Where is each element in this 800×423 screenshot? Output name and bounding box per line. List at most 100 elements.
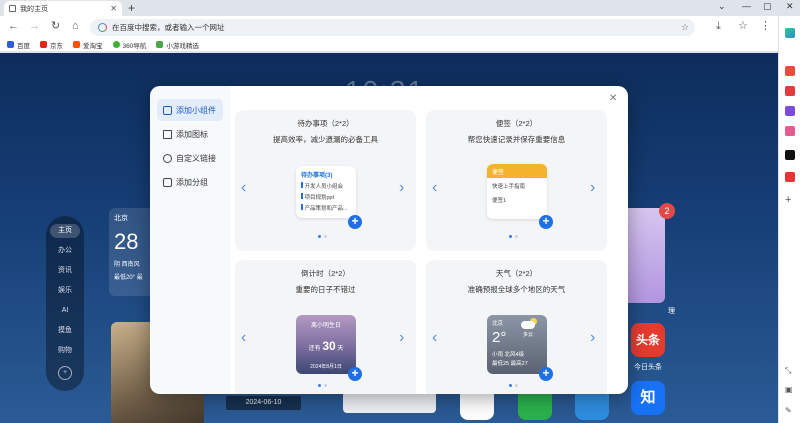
next-arrow-icon[interactable]: › bbox=[590, 330, 595, 346]
carousel-dots bbox=[509, 235, 518, 238]
side-app-icon[interactable] bbox=[785, 126, 795, 136]
grid-icon bbox=[163, 129, 172, 139]
bookmark-360[interactable]: 360导航 bbox=[112, 40, 146, 50]
lock-icon[interactable]: ▣ bbox=[785, 385, 793, 394]
add-widget-button[interactable]: + bbox=[348, 215, 362, 229]
nav-item-news[interactable]: 资讯 bbox=[50, 264, 80, 278]
weather-preview: 北京 多云 2° 小雨 北风4级 最低25 最高27 bbox=[487, 315, 547, 374]
nav-item-ai[interactable]: AI bbox=[50, 304, 80, 318]
assistant-icon[interactable] bbox=[785, 28, 795, 38]
bookmark-aitaobao[interactable]: 爱淘宝 bbox=[73, 40, 103, 50]
next-arrow-icon[interactable]: › bbox=[399, 180, 404, 196]
reload-button[interactable]: ↻ bbox=[51, 20, 60, 32]
widget-card-note: 便签（2*2） 帮您快速记录并保存重要信息 ‹ › 便签 快速上手指南 便签1 … bbox=[426, 110, 607, 251]
back-button[interactable]: ← bbox=[8, 20, 19, 32]
app-label-toutiao: 今日头条 bbox=[634, 364, 662, 371]
maximize-button[interactable]: ▢ bbox=[763, 1, 772, 12]
card-desc: 准确预报全球多个地区的天气 bbox=[467, 285, 566, 294]
app-label-manage: 理 bbox=[668, 308, 675, 315]
date-label: 2024-06-10 bbox=[226, 396, 301, 410]
page-favicon-icon bbox=[9, 5, 16, 12]
search-engine-icon bbox=[98, 23, 107, 32]
forward-button[interactable]: → bbox=[29, 20, 40, 32]
nav-item-slacking[interactable]: 摸鱼 bbox=[50, 324, 80, 338]
nav-item-office[interactable]: 办公 bbox=[50, 244, 80, 258]
zhihu-icon[interactable]: 知 bbox=[631, 381, 665, 415]
tab-my-homepage[interactable]: 我的主页 ✕ bbox=[4, 1, 122, 16]
prev-arrow-icon[interactable]: ‹ bbox=[432, 330, 437, 346]
notification-badge: 2 bbox=[659, 203, 675, 219]
todo-preview: 待办事项(3) 开发人员小组会 项目规划ppt 产品策划和产品... bbox=[296, 166, 356, 218]
card-title: 天气（2*2） bbox=[495, 269, 538, 278]
cloud-icon bbox=[521, 321, 535, 329]
tab-strip: 我的主页 ✕ + ⌄ — ▢ ✕ bbox=[0, 0, 800, 16]
next-arrow-icon[interactable]: › bbox=[399, 330, 404, 346]
nav-item-home[interactable]: 主页 bbox=[50, 224, 80, 238]
bookmark-jd[interactable]: 京东 bbox=[40, 40, 63, 50]
tab-search-icon[interactable]: ⌄ bbox=[718, 1, 726, 12]
note-preview: 便签 快速上手指南 便签1 bbox=[487, 164, 547, 219]
add-widget-button[interactable]: + bbox=[539, 367, 553, 381]
bookmark-star-icon[interactable]: ☆ bbox=[681, 22, 689, 33]
side-app-icon[interactable] bbox=[785, 86, 795, 96]
tab-close-icon[interactable]: ✕ bbox=[110, 4, 117, 13]
address-input[interactable]: 在百度中搜索，或者输入一个网址 bbox=[112, 22, 676, 33]
card-title: 倒计时（2*2） bbox=[301, 269, 350, 278]
bookmark-baidu[interactable]: 百度 bbox=[7, 40, 30, 50]
side-app-icon[interactable] bbox=[785, 106, 795, 116]
category-nav: 主页 办公 资讯 娱乐 AI 摸鱼 购物 + bbox=[46, 216, 84, 391]
widget-card-countdown: 倒计时（2*2） 重要的日子不错过 ‹ › 离小明生日 还有 30 天 2024… bbox=[235, 260, 416, 394]
add-widget-button[interactable]: + bbox=[539, 215, 553, 229]
screenshot-icon[interactable]: ⤡ bbox=[785, 366, 791, 376]
folder-icon bbox=[163, 177, 172, 187]
side-app-icon[interactable] bbox=[785, 172, 795, 182]
link-icon bbox=[163, 153, 172, 163]
minimize-button[interactable]: — bbox=[742, 1, 751, 11]
extensions-icon[interactable]: ☆ bbox=[738, 20, 748, 32]
card-desc: 重要的日子不错过 bbox=[295, 285, 356, 294]
carousel-dots bbox=[318, 235, 327, 238]
add-content-dialog: 添加小组件 添加图标 自定义链接 添加分组 ✕ 待办事项（2*2） 提高效率，减… bbox=[150, 86, 628, 394]
360-icon bbox=[112, 41, 120, 48]
aitaobao-icon bbox=[73, 41, 80, 48]
card-title: 待办事项（2*2） bbox=[297, 119, 354, 128]
close-window-button[interactable]: ✕ bbox=[786, 1, 794, 12]
side-app-icon[interactable] bbox=[785, 66, 795, 76]
card-desc: 提高效率，减少遗漏的必备工具 bbox=[273, 135, 378, 144]
menu-add-group[interactable]: 添加分组 bbox=[157, 171, 223, 193]
prev-arrow-icon[interactable]: ‹ bbox=[241, 330, 246, 346]
prev-arrow-icon[interactable]: ‹ bbox=[432, 180, 437, 196]
next-arrow-icon[interactable]: › bbox=[590, 180, 595, 196]
nav-item-shopping[interactable]: 购物 bbox=[50, 344, 80, 358]
address-bar[interactable]: 在百度中搜索，或者输入一个网址 ☆ bbox=[90, 19, 695, 36]
carousel-dots bbox=[509, 384, 518, 387]
menu-add-icon[interactable]: 添加图标 bbox=[157, 123, 223, 145]
download-icon[interactable]: ⤓ bbox=[716, 20, 721, 32]
menu-icon[interactable]: ⋮ bbox=[760, 20, 771, 32]
edit-icon[interactable]: ✎ bbox=[785, 406, 792, 415]
bookmark-minigames[interactable]: 小游戏精选 bbox=[156, 40, 199, 50]
home-button[interactable]: ⌂ bbox=[72, 20, 79, 32]
minigames-icon bbox=[156, 41, 164, 48]
nav-item-entertainment[interactable]: 娱乐 bbox=[50, 284, 80, 298]
bookmarks-bar: 百度 京东 爱淘宝 360导航 小游戏精选 bbox=[0, 38, 778, 52]
countdown-preview: 离小明生日 还有 30 天 2024年8月1日 bbox=[296, 315, 356, 374]
douyin-icon[interactable] bbox=[785, 150, 795, 160]
tab-title: 我的主页 bbox=[20, 5, 48, 13]
add-side-app-icon[interactable]: + bbox=[785, 194, 791, 206]
baidu-icon bbox=[7, 41, 14, 48]
add-category-icon[interactable]: + bbox=[58, 366, 72, 380]
side-panel: + ⤡ ▣ ✎ bbox=[778, 16, 800, 423]
dialog-close-icon[interactable]: ✕ bbox=[609, 93, 617, 104]
carousel-dots bbox=[318, 384, 327, 387]
new-tab-button[interactable]: + bbox=[128, 2, 135, 14]
widget-icon bbox=[163, 105, 172, 115]
card-desc: 帮您快速记录并保存重要信息 bbox=[467, 135, 566, 144]
add-widget-button[interactable]: + bbox=[348, 367, 362, 381]
menu-add-widget[interactable]: 添加小组件 bbox=[157, 99, 223, 121]
card-title: 便签（2*2） bbox=[495, 119, 538, 128]
menu-custom-link[interactable]: 自定义链接 bbox=[157, 147, 223, 169]
prev-arrow-icon[interactable]: ‹ bbox=[241, 180, 246, 196]
toutiao-icon[interactable]: 头条 bbox=[631, 323, 665, 357]
widget-card-todo: 待办事项（2*2） 提高效率，减少遗漏的必备工具 ‹ › 待办事项(3) 开发人… bbox=[235, 110, 416, 251]
